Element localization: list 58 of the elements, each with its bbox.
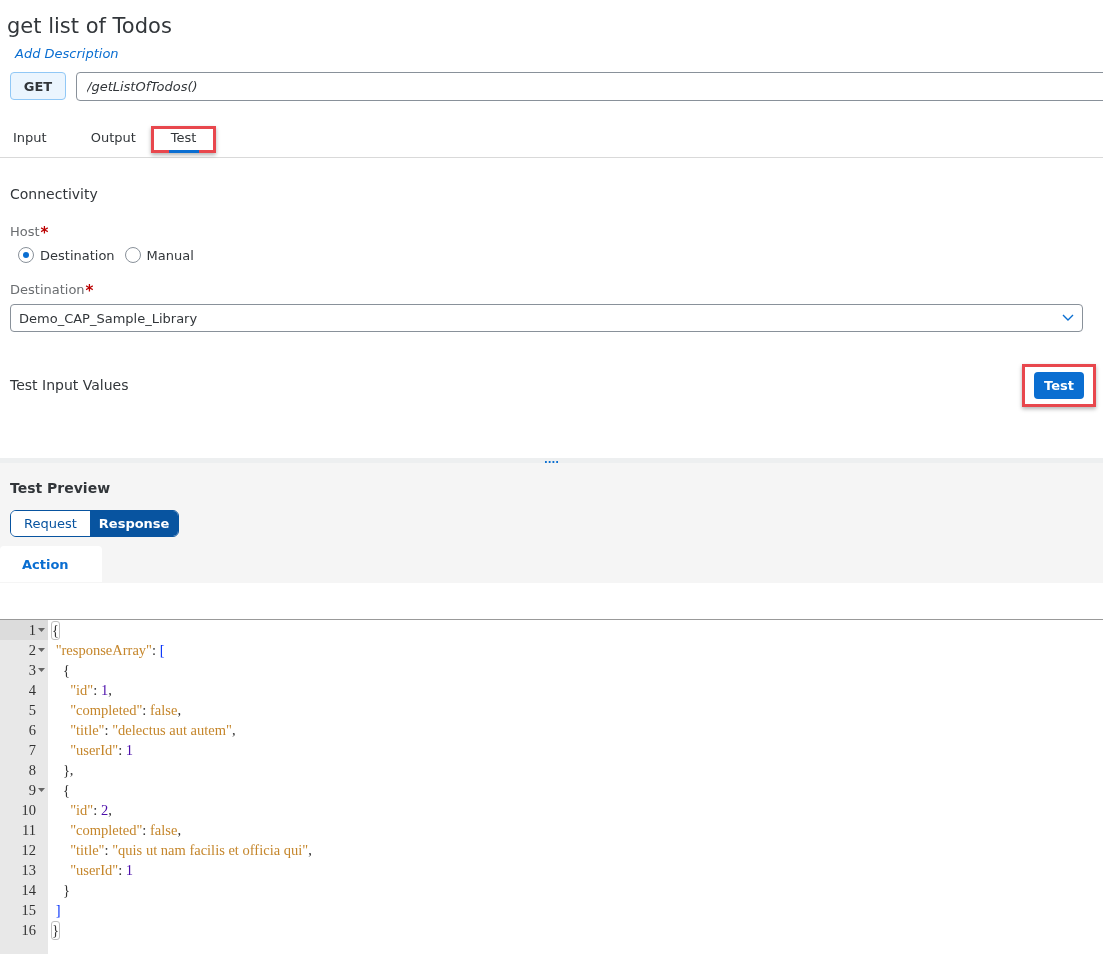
code-line: { [51, 621, 59, 639]
line-number: 16 [21, 921, 36, 939]
line-number: 5 [28, 701, 36, 719]
code-line: }, [61, 761, 74, 779]
field-label: Destination [10, 282, 85, 299]
code-line: "responseArray": [ [54, 641, 165, 659]
page-title: get list of Todos [7, 13, 173, 40]
code-line: { [61, 781, 70, 799]
line-number: 4 [28, 681, 36, 699]
line-number: 2 [28, 641, 36, 659]
required-mark: * [40, 224, 49, 242]
radio-label[interactable]: Manual [146, 247, 194, 263]
code-line: "id": 1, [69, 681, 112, 699]
line-number: 10 [21, 801, 36, 819]
tab[interactable]: Action [0, 546, 102, 582]
fold-caret-icon[interactable] [37, 648, 45, 652]
field-label: Host [10, 224, 40, 241]
line-number: 11 [22, 821, 36, 839]
line-number: 3 [28, 661, 36, 679]
line-number: 13 [21, 861, 36, 879]
code-line: "completed": false, [69, 821, 181, 839]
code-line: "id": 2, [69, 801, 112, 819]
line-number: 15 [21, 901, 36, 919]
tab[interactable]: Test [150, 126, 217, 153]
code-line: } [51, 921, 59, 939]
tab[interactable]: Output [77, 124, 149, 157]
test-button[interactable]: Test [1034, 371, 1084, 399]
segment-button[interactable]: Request [11, 511, 90, 536]
segment-button[interactable]: Response [89, 511, 179, 536]
code-line: "title": "delectus aut autem", [69, 721, 236, 739]
code-line: { [61, 661, 70, 679]
fold-caret-icon[interactable] [37, 788, 45, 792]
code-line: "userId": 1 [69, 861, 134, 879]
line-number: 7 [28, 741, 36, 759]
fold-caret-icon[interactable] [37, 628, 45, 632]
code-line: "userId": 1 [69, 741, 134, 759]
code-line: "title": "quis ut nam facilis et officia qui", [69, 841, 312, 859]
destination-select[interactable]: Demo_CAP_Sample_Library [10, 304, 1083, 332]
add-description-link[interactable]: Add Description [15, 46, 119, 61]
line-number: 6 [28, 721, 36, 739]
line-number: 8 [28, 761, 36, 779]
chevron-down-icon [1062, 314, 1074, 322]
line-number: 1 [28, 621, 36, 639]
method-badge: GET [10, 72, 66, 100]
tab[interactable]: Input [0, 124, 60, 157]
required-mark: * [85, 282, 94, 300]
splitter-bar[interactable]: .... [0, 458, 1103, 463]
radio-label[interactable]: Destination [40, 247, 115, 263]
line-number: 14 [21, 881, 36, 899]
code-line: ] [54, 901, 61, 919]
line-number: 9 [28, 781, 36, 799]
section-heading: Test Preview [10, 480, 112, 496]
line-number: 12 [21, 841, 36, 859]
section-heading: Test Input Values [10, 377, 129, 393]
fold-caret-icon[interactable] [37, 668, 45, 672]
code-line: "completed": false, [69, 701, 181, 719]
code-line: } [61, 881, 70, 899]
section-heading: Connectivity [10, 186, 99, 202]
